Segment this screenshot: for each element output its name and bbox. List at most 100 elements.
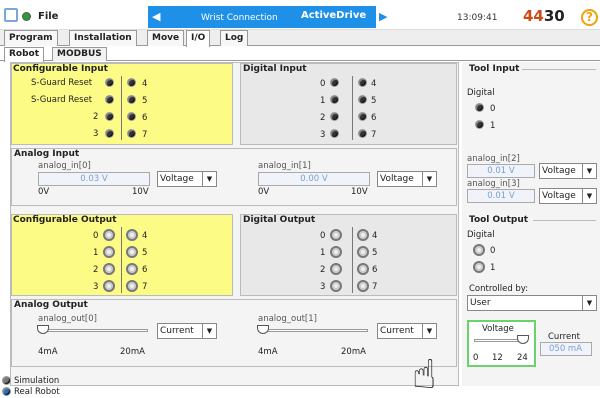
input-led-icon <box>330 112 339 121</box>
real-robot-label[interactable]: Real Robot <box>14 387 60 397</box>
simulation-radio-icon[interactable] <box>2 376 11 385</box>
select-value: Voltage <box>542 191 576 201</box>
dropdown-arrow-icon: ▼ <box>582 189 596 203</box>
dropdown-arrow-icon: ▼ <box>202 324 216 338</box>
tool-analog-in-2-label: analog_in[2] <box>467 154 520 164</box>
output-toggle-icon[interactable] <box>103 229 115 241</box>
input-led-icon <box>330 78 339 87</box>
output-toggle-icon[interactable] <box>330 280 342 292</box>
input-led-icon <box>127 95 136 104</box>
configurable-input-title: Configurable Input <box>13 64 108 74</box>
select-value: Voltage <box>160 174 194 184</box>
divider <box>121 76 122 140</box>
output-toggle-icon[interactable] <box>357 246 369 258</box>
output-toggle-icon[interactable] <box>103 246 115 258</box>
input-led-icon <box>105 78 114 87</box>
ci-right-2: 6 <box>142 113 148 123</box>
co-right-2: 6 <box>142 265 148 275</box>
configurable-output-box <box>11 214 233 296</box>
input-led-icon <box>358 95 367 104</box>
output-toggle-icon[interactable] <box>473 244 485 256</box>
analog-out-0-mode-select[interactable]: Current ▼ <box>157 323 217 339</box>
output-toggle-icon[interactable] <box>357 263 369 275</box>
tool-out-1-label: 1 <box>490 263 496 273</box>
input-led-icon <box>358 78 367 87</box>
tool-analog-in-2-value: 0.01 V <box>467 164 535 178</box>
co-left-3: 3 <box>93 282 99 292</box>
tool-analog-in-2-mode-select[interactable]: Voltage ▼ <box>539 163 597 179</box>
ci-label-0: S-Guard Reset <box>31 78 93 88</box>
tool-analog-in-3-mode-select[interactable]: Voltage ▼ <box>539 188 597 204</box>
tool-analog-in-3-value: 0.01 V <box>467 189 535 203</box>
real-robot-radio-icon[interactable] <box>2 387 11 396</box>
input-led-icon <box>330 95 339 104</box>
analog-in-1-min: 0V <box>258 187 270 197</box>
output-toggle-icon[interactable] <box>126 263 138 275</box>
co-left-2: 2 <box>93 265 99 275</box>
dropdown-arrow-icon: ▼ <box>202 172 216 186</box>
do-left-0: 0 <box>320 231 326 241</box>
controlled-by-select[interactable]: User ▼ <box>467 295 597 311</box>
do-left-2: 2 <box>320 265 326 275</box>
dropdown-arrow-icon: ▼ <box>422 172 436 186</box>
output-toggle-icon[interactable] <box>330 246 342 258</box>
output-toggle-icon[interactable] <box>330 229 342 241</box>
digital-input-title: Digital Input <box>243 64 307 74</box>
voltage-tick-24: 24 <box>517 353 528 363</box>
nav-active-drive[interactable]: ActiveDrive <box>301 10 366 21</box>
tool-in-0-label: 0 <box>490 104 496 114</box>
help-icon[interactable]: ? <box>581 9 598 26</box>
di-right-1: 5 <box>371 96 377 106</box>
tab-io[interactable]: I/O <box>186 30 211 47</box>
output-toggle-icon[interactable] <box>126 246 138 258</box>
status-dot-icon <box>22 12 31 21</box>
analog-in-0-max: 10V <box>132 187 149 197</box>
analog-output-title: Analog Output <box>14 300 88 310</box>
tool-digital-label: Digital <box>467 88 495 98</box>
co-left-0: 0 <box>93 231 99 241</box>
tool-out-digital-label: Digital <box>467 230 495 240</box>
file-menu[interactable]: File <box>38 11 58 22</box>
nav-back-icon[interactable]: ◀ <box>152 10 164 24</box>
main-tabs: Program Installation Move I/O Log <box>0 30 600 47</box>
tab-move[interactable]: Move <box>147 30 185 46</box>
analog-input-title: Analog Input <box>14 149 80 159</box>
output-toggle-icon[interactable] <box>357 229 369 241</box>
digital-input-box <box>240 63 457 145</box>
output-toggle-icon[interactable] <box>357 280 369 292</box>
analog-out-1-label: analog_out[1] <box>258 314 317 324</box>
ci-label-2: 2 <box>93 112 99 122</box>
nav-wrist-connection[interactable]: Wrist Connection <box>201 13 278 23</box>
output-toggle-icon[interactable] <box>473 261 485 273</box>
analog-out-1-mode-select[interactable]: Current ▼ <box>377 323 437 339</box>
tab-installation[interactable]: Installation <box>69 30 137 46</box>
analog-out-1-max: 20mA <box>341 347 366 357</box>
co-right-3: 7 <box>142 282 148 292</box>
tab-program[interactable]: Program <box>4 30 58 46</box>
subtab-modbus[interactable]: MODBUS <box>52 47 107 61</box>
analog-out-1-min: 4mA <box>258 347 278 357</box>
input-led-icon <box>475 103 484 112</box>
sub-tabs: Robot MODBUS <box>0 47 600 62</box>
tab-log[interactable]: Log <box>220 30 249 46</box>
dropdown-arrow-icon: ▼ <box>422 324 436 338</box>
analog-in-1-value: 0.00 V <box>258 172 370 186</box>
analog-in-1-mode-select[interactable]: Voltage ▼ <box>377 171 437 187</box>
nav-forward-icon[interactable]: ▶ <box>379 10 387 23</box>
output-toggle-icon[interactable] <box>103 263 115 275</box>
analog-out-1-slider[interactable] <box>258 329 368 332</box>
analog-in-1-label: analog_in[1] <box>258 161 311 171</box>
analog-out-0-slider[interactable] <box>38 329 148 332</box>
input-led-icon <box>127 78 136 87</box>
simulation-label[interactable]: Simulation <box>14 376 59 386</box>
tool-input-title: Tool Input <box>469 64 520 74</box>
robot-logo-icon <box>4 8 18 22</box>
analog-in-0-mode-select[interactable]: Voltage ▼ <box>157 171 217 187</box>
output-toggle-icon[interactable] <box>330 263 342 275</box>
divider <box>352 76 353 140</box>
output-toggle-icon[interactable] <box>126 280 138 292</box>
subtab-robot[interactable]: Robot <box>4 47 45 62</box>
output-toggle-icon[interactable] <box>126 229 138 241</box>
do-right-3: 7 <box>372 282 378 292</box>
output-toggle-icon[interactable] <box>103 280 115 292</box>
